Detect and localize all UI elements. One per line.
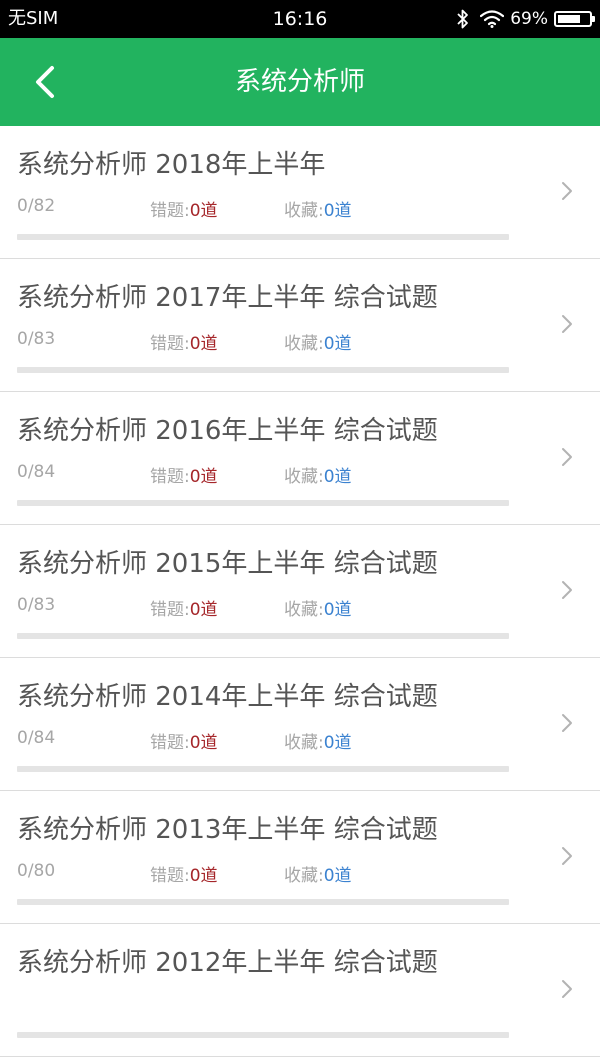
- favorite-count: 收藏:0道: [284, 728, 352, 753]
- chevron-right-icon: [562, 581, 572, 599]
- chevron-right-icon: [562, 714, 572, 732]
- exam-title: 系统分析师 2014年上半年 综合试题: [17, 682, 438, 712]
- exam-progress-count: 0/82: [17, 196, 56, 216]
- wrong-count: 错题:0道: [150, 329, 218, 354]
- wrong-value: 0道: [189, 334, 218, 354]
- exam-list-item[interactable]: 系统分析师 2014年上半年 综合试题 0/84 错题:0道 收藏:0道: [0, 658, 600, 791]
- progress-bar: [17, 766, 509, 772]
- favorite-label: 收藏:: [284, 866, 324, 886]
- wrong-value: 0道: [189, 733, 218, 753]
- exam-title: 系统分析师 2015年上半年 综合试题: [17, 549, 438, 579]
- chevron-right-icon: [562, 182, 572, 200]
- progress-bar: [17, 234, 509, 240]
- chevron-right-icon: [562, 980, 572, 998]
- wrong-label: 错题:: [150, 467, 190, 487]
- progress-bar: [17, 899, 509, 905]
- favorite-value: 0道: [323, 334, 352, 354]
- wrong-value: 0道: [189, 866, 218, 886]
- favorite-count: 收藏:0道: [284, 595, 352, 620]
- status-icons: 69%: [456, 7, 595, 31]
- battery-percent: 69%: [510, 9, 548, 29]
- wifi-icon: [480, 10, 505, 28]
- exam-title: 系统分析师 2017年上半年 综合试题: [17, 283, 438, 313]
- exam-list: 系统分析师 2018年上半年 0/82 错题:0道 收藏:0道 系统分析师 20…: [0, 126, 600, 1057]
- favorite-label: 收藏:: [284, 600, 324, 620]
- wrong-label: 错题:: [150, 733, 190, 753]
- exam-progress-count: 0/80: [17, 861, 56, 881]
- exam-title: 系统分析师 2013年上半年 综合试题: [17, 815, 438, 845]
- wrong-label: 错题:: [150, 201, 190, 221]
- wrong-count: 错题:0道: [150, 861, 218, 886]
- wrong-label: 错题:: [150, 866, 190, 886]
- progress-bar: [17, 633, 509, 639]
- wrong-value: 0道: [189, 467, 218, 487]
- favorite-count: 收藏:0道: [284, 462, 352, 487]
- favorite-count: 收藏:0道: [284, 861, 352, 886]
- exam-title: 系统分析师 2016年上半年 综合试题: [17, 416, 438, 446]
- exam-list-item[interactable]: 系统分析师 2017年上半年 综合试题 0/83 错题:0道 收藏:0道: [0, 259, 600, 392]
- wrong-value: 0道: [189, 201, 218, 221]
- favorite-count: 收藏:0道: [284, 329, 352, 354]
- page-title: 系统分析师: [234, 67, 365, 97]
- wrong-count: 错题:0道: [150, 462, 218, 487]
- wrong-count: 错题:0道: [150, 728, 218, 753]
- favorite-value: 0道: [323, 201, 352, 221]
- exam-list-item[interactable]: 系统分析师 2015年上半年 综合试题 0/83 错题:0道 收藏:0道: [0, 525, 600, 658]
- favorite-label: 收藏:: [284, 733, 324, 753]
- exam-list-item[interactable]: 系统分析师 2016年上半年 综合试题 0/84 错题:0道 收藏:0道: [0, 392, 600, 525]
- app-header: 系统分析师: [0, 38, 600, 126]
- exam-title: 系统分析师 2012年上半年 综合试题: [17, 948, 438, 978]
- favorite-label: 收藏:: [284, 467, 324, 487]
- exam-progress-count: 0/83: [17, 329, 56, 349]
- wrong-count: 错题:0道: [150, 595, 218, 620]
- exam-progress-count: 0/84: [17, 462, 56, 482]
- favorite-label: 收藏:: [284, 334, 324, 354]
- exam-progress-count: 0/84: [17, 728, 56, 748]
- exam-progress-count: 0/83: [17, 595, 56, 615]
- wrong-count: 错题:0道: [150, 196, 218, 221]
- chevron-right-icon: [562, 448, 572, 466]
- favorite-count: 收藏:0道: [284, 196, 352, 221]
- bluetooth-icon: [457, 9, 469, 29]
- chevron-right-icon: [562, 315, 572, 333]
- chevron-right-icon: [562, 847, 572, 865]
- wrong-label: 错题:: [150, 600, 190, 620]
- favorite-value: 0道: [323, 733, 352, 753]
- progress-bar: [17, 1032, 509, 1038]
- exam-list-item[interactable]: 系统分析师 2018年上半年 0/82 错题:0道 收藏:0道: [0, 126, 600, 259]
- battery-icon: [554, 11, 595, 27]
- favorite-label: 收藏:: [284, 201, 324, 221]
- progress-bar: [17, 500, 509, 506]
- exam-title: 系统分析师 2018年上半年: [17, 150, 326, 180]
- exam-list-item[interactable]: 系统分析师 2012年上半年 综合试题: [0, 924, 600, 1057]
- favorite-value: 0道: [323, 866, 352, 886]
- progress-bar: [17, 367, 509, 373]
- favorite-value: 0道: [323, 600, 352, 620]
- wrong-label: 错题:: [150, 334, 190, 354]
- favorite-value: 0道: [323, 467, 352, 487]
- exam-list-item[interactable]: 系统分析师 2013年上半年 综合试题 0/80 错题:0道 收藏:0道: [0, 791, 600, 924]
- status-bar: 无SIM 16:16 69%: [0, 0, 600, 38]
- wrong-value: 0道: [189, 600, 218, 620]
